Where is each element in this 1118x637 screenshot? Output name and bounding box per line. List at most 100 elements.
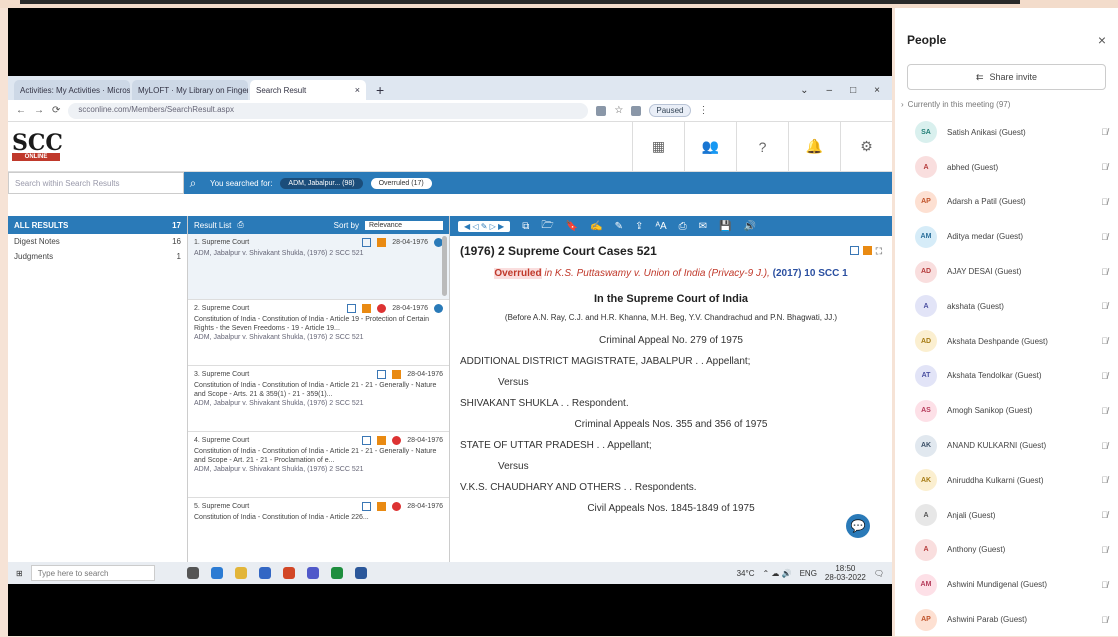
mic-muted-icon[interactable]: 🎙̸ [1101,441,1108,451]
mic-muted-icon[interactable]: 🎙̸ [1101,371,1108,381]
participant-row[interactable]: AD AJAY DESAI (Guest) 🎙̸ [895,254,1118,289]
font-size-icon[interactable]: ᴬA [655,221,666,232]
highlight-icon[interactable]: ✎ [615,221,623,232]
in-meeting-header[interactable]: › Currently in this meeting (97) [895,98,1118,115]
share-icon[interactable]: ⇪ [635,221,643,232]
chrome-icon[interactable] [330,567,343,579]
participant-row[interactable]: AK ANAND KULKARNI (Guest) 🎙̸ [895,428,1118,463]
users-icon[interactable]: 👥 [684,121,736,172]
print-icon[interactable]: ⎙ [237,220,243,230]
document-nav-controls[interactable]: ◀ ◁ ✎ ▷ ▶ [458,220,511,232]
gear-icon[interactable]: ⚙ [840,121,892,172]
overruled-case[interactable]: in K.S. Puttaswamy v. Union of India (Pr… [544,268,769,279]
teams-icon[interactable] [306,567,319,579]
note-icon[interactable]: ✍ [590,221,602,232]
facet-item[interactable]: Judgments 1 [8,249,187,264]
participant-row[interactable]: AM Ashwini Mundigenal (Guest) 🎙̸ [895,567,1118,602]
maximize-icon[interactable]: □ [850,85,856,96]
search-icon[interactable]: ⌕ [184,172,202,194]
close-icon[interactable]: × [874,85,880,96]
forward-icon[interactable]: → [34,105,44,116]
mic-muted-icon[interactable]: 🎙̸ [1101,127,1108,137]
chat-bubble-icon[interactable]: 💬 [846,514,870,538]
edge-icon[interactable] [210,567,223,579]
reload-icon[interactable]: ⟳ [52,105,60,116]
result-list-scrollbar[interactable] [442,236,447,296]
result-item[interactable]: 5. Supreme Court 28-04-1976 Constitution … [188,498,449,564]
url-field[interactable]: scconline.com/Members/SearchResult.aspx [68,102,589,119]
email-icon[interactable]: ✉ [699,221,707,232]
participant-row[interactable]: AD Akshata Deshpande (Guest) 🎙̸ [895,324,1118,359]
all-results[interactable]: ALL RESULTS 17 [8,216,187,234]
share-invite-button[interactable]: ⇇ Share invite [907,64,1106,90]
mic-muted-icon[interactable]: 🎙̸ [1101,267,1108,277]
overruled-citation[interactable]: (2017) 10 SCC 1 [773,268,848,279]
result-item[interactable]: 2. Supreme Court 28-04-1976 Constitution … [188,300,449,366]
clock[interactable]: 18:50 28-03-2022 [825,564,866,582]
app-icon[interactable] [282,567,295,579]
mic-muted-icon[interactable]: 🎙̸ [1101,510,1108,520]
result-item[interactable]: 4. Supreme Court 28-04-1976 Constitution … [188,432,449,498]
participant-row[interactable]: SA Satish Anikasi (Guest) 🎙̸ [895,115,1118,150]
mic-muted-icon[interactable]: 🎙̸ [1101,615,1108,625]
participant-row[interactable]: A Anthony (Guest) 🎙̸ [895,533,1118,568]
mic-muted-icon[interactable]: 🎙̸ [1101,197,1108,207]
grid-icon[interactable]: ▦ [632,121,684,172]
language[interactable]: ENG [800,569,817,578]
participant-row[interactable]: AM Aditya medar (Guest) 🎙̸ [895,219,1118,254]
close-icon[interactable]: × [1098,32,1106,48]
star-icon[interactable]: ☆ [614,105,623,116]
folder-icon[interactable]: 🗁 [541,218,553,235]
participant-row[interactable]: A Anjali (Guest) 🎙̸ [895,498,1118,533]
participant-row[interactable]: Aabhed (Guest) 🎙̸ [895,150,1118,185]
mic-muted-icon[interactable]: 🎙̸ [1101,301,1108,311]
bookmark-icon[interactable]: 🔖 [566,221,578,232]
save-icon[interactable]: 💾 [719,221,731,232]
copy-icon[interactable]: ⧉ [522,221,529,232]
tray-icons[interactable]: ⌃ ☁ 🔊 [762,569,791,578]
bell-icon[interactable]: 🔔 [788,121,840,172]
browser-tab-active[interactable]: Search Result × [250,80,366,100]
mic-muted-icon[interactable]: 🎙̸ [1101,162,1108,172]
sort-select[interactable]: Relevance [365,220,443,230]
help-icon[interactable]: ? [736,121,788,172]
participant-row[interactable]: AP Adarsh a Patil (Guest) 🎙̸ [895,185,1118,220]
participant-row[interactable]: AP Ashwini Parab (Guest) 🎙̸ [895,602,1118,637]
mic-muted-icon[interactable]: 🎙̸ [1101,336,1108,346]
mic-muted-icon[interactable]: 🎙̸ [1101,580,1108,590]
new-tab-button[interactable]: + [368,82,392,100]
app-icon[interactable] [258,567,271,579]
extension-icon[interactable] [631,105,642,116]
browser-tab[interactable]: MyLOFT · My Library on Finger× [132,80,248,100]
menu-icon[interactable]: ⋮ [699,105,709,116]
notification-icon[interactable]: 🗨 [874,569,884,578]
facet-item[interactable]: Digest Notes 16 [8,234,187,249]
close-tab-icon[interactable]: × [355,85,360,95]
word-icon[interactable] [354,567,367,579]
back-icon[interactable]: ← [16,105,26,116]
explorer-icon[interactable] [234,567,247,579]
print-icon[interactable]: ⎙ [679,221,687,232]
result-item[interactable]: 1. Supreme Court 28-04-1976 ADM, Jabalpur… [188,234,449,300]
mic-muted-icon[interactable]: 🎙̸ [1101,545,1108,555]
participant-row[interactable]: Aakshata (Guest) 🎙̸ [895,289,1118,324]
participant-row[interactable]: AS Amogh Sanikop (Guest) 🎙̸ [895,393,1118,428]
chevron-down-icon[interactable]: ⌄ [800,85,808,96]
extension-icon[interactable] [596,105,607,116]
taskbar-search-input[interactable]: Type here to search [30,565,155,581]
browser-tab[interactable]: Activities: My Activities · Micros× [14,80,130,100]
result-item[interactable]: 3. Supreme Court 28-04-1976 Constitution … [188,366,449,432]
windows-start-icon[interactable]: ⊞ [16,569,23,578]
profile-paused-button[interactable]: Paused [649,104,691,117]
filter-chip[interactable]: Overruled (17) [370,177,432,189]
search-within-input[interactable]: Search within Search Results [8,172,184,194]
mic-muted-icon[interactable]: 🎙̸ [1101,475,1108,485]
participant-row[interactable]: AT Akshata Tendolkar (Guest) 🎙̸ [895,359,1118,394]
audio-icon[interactable]: 🔊 [743,221,755,232]
cortana-icon[interactable] [186,567,199,579]
query-chip[interactable]: ADM, Jabalpur... (98) [280,177,363,189]
mic-muted-icon[interactable]: 🎙̸ [1101,232,1108,242]
scc-logo[interactable]: SCC ONLINE [12,132,70,161]
minimize-icon[interactable]: – [827,85,833,96]
mic-muted-icon[interactable]: 🎙̸ [1101,406,1108,416]
